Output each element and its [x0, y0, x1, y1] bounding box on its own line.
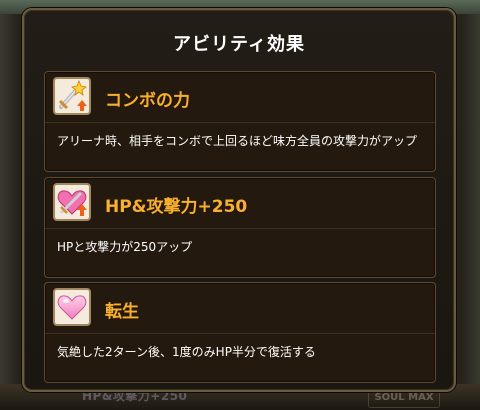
ability-card-reincarnation[interactable]: 転生 気絶した2ターン後、1度のみHP半分で復活する	[44, 282, 436, 383]
ability-description: HPと攻撃力が250アップ	[57, 240, 193, 254]
ability-card-hp-attack[interactable]: HP&攻撃力+250 HPと攻撃力が250アップ	[44, 177, 436, 278]
ability-name: 転生	[105, 302, 139, 322]
ability-card-header: コンボの力	[45, 72, 435, 123]
heart-sword-up-icon	[53, 183, 91, 221]
pink-heart-icon	[53, 288, 91, 326]
background-right-edge	[460, 14, 480, 384]
ability-name: HP&攻撃力+250	[105, 197, 248, 217]
ability-card-header: 転生	[45, 283, 435, 334]
ability-effects-modal: アビリティ効果 コンボの力 アリーナ時、相手をコンボで上回るほど味方全員の攻撃力…	[22, 8, 456, 392]
ability-card-header: HP&攻撃力+250	[45, 178, 435, 229]
modal-title: アビリティ効果	[173, 34, 305, 55]
background-left-edge	[0, 14, 20, 384]
ability-description: アリーナ時、相手をコンボで上回るほど味方全員の攻撃力がアップ	[57, 134, 418, 148]
ability-description: 気絶した2ターン後、1度のみHP半分で復活する	[57, 345, 316, 359]
ability-card-combo[interactable]: コンボの力 アリーナ時、相手をコンボで上回るほど味方全員の攻撃力がアップ	[44, 71, 436, 172]
ability-name: コンボの力	[105, 91, 190, 111]
sword-spark-up-icon	[53, 77, 91, 115]
